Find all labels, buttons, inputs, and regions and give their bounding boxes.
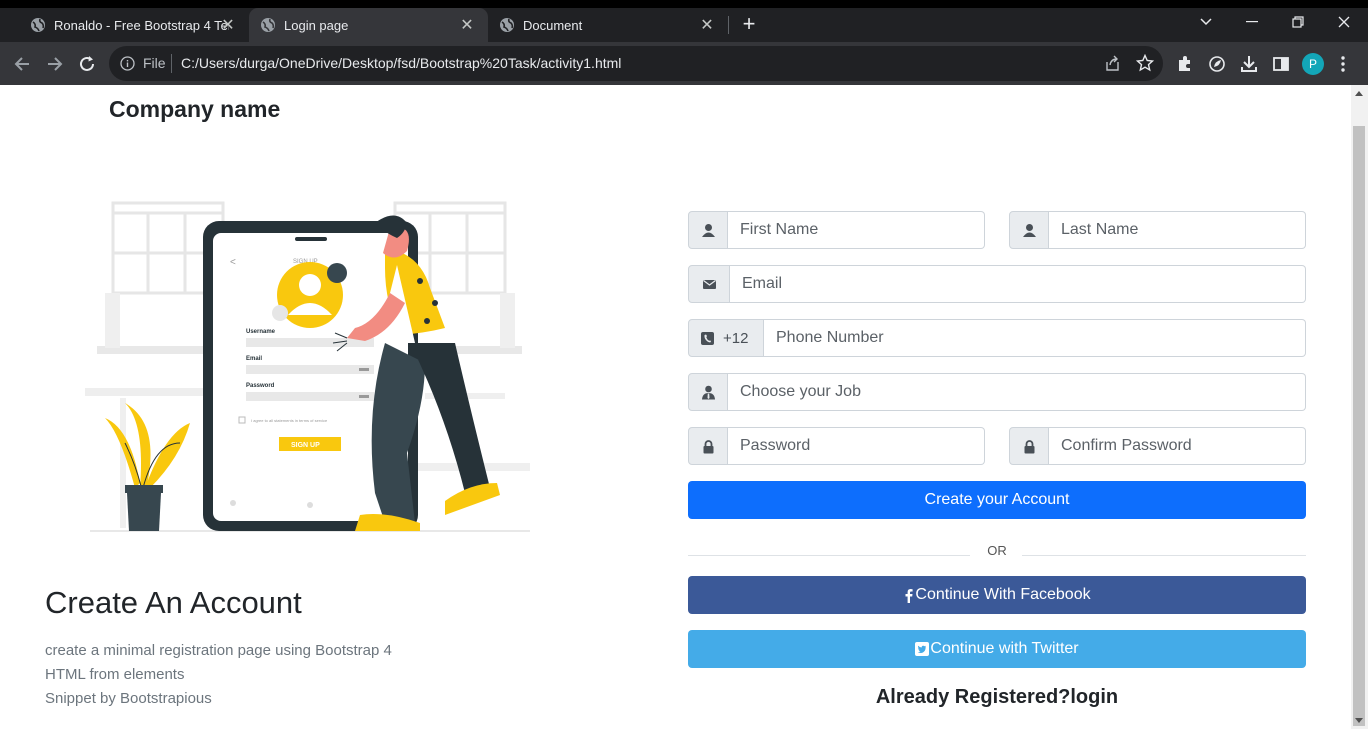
email-group [688,265,1306,303]
illustration-button-label: SIGN UP [291,442,320,449]
restore-button[interactable] [1288,12,1308,32]
side-panel-icon[interactable] [1271,54,1291,74]
illustration-terms: I agree to all statements in terms of se… [251,418,328,423]
tab-close-icon[interactable]: ✕ [219,16,237,34]
tab-document[interactable]: Document ✕ [488,8,728,42]
tab-close-icon[interactable]: ✕ [458,16,476,34]
scrollbar-thumb[interactable] [1353,126,1365,726]
job-select[interactable] [728,373,1306,411]
window-top-edge [0,0,1368,8]
twitter-icon [915,642,930,656]
email-input[interactable] [730,265,1306,303]
tab-separator [728,16,729,34]
tab-search-icon[interactable] [1196,12,1216,32]
confirm-password-input[interactable] [1049,427,1306,465]
globe-icon [261,18,275,32]
illustration-email-label: Email [246,356,262,362]
scheme-label: File [143,55,166,71]
twitter-button[interactable]: Continue with Twitter [688,630,1306,668]
globe-icon [500,18,514,32]
extensions-puzzle-icon[interactable] [1175,54,1195,74]
description-line: create a minimal registration page using… [45,642,392,659]
kebab-menu-icon[interactable] [1340,54,1346,74]
info-icon[interactable] [120,56,135,71]
download-icon[interactable] [1239,54,1259,74]
envelope-icon [688,265,730,303]
illustration-password-label: Password [246,383,275,389]
already-registered-login-link[interactable]: Already Registered?login [688,686,1306,709]
tab-title: Ronaldo - Free Bootstrap 4 Temp [54,17,229,33]
svg-text:<: < [230,257,236,268]
tab-ronaldo[interactable]: Ronaldo - Free Bootstrap 4 Temp ✕ [8,8,249,42]
lock-icon [688,427,728,465]
user-icon [1009,211,1049,249]
phone-prefix: +12 [723,329,749,347]
password-input[interactable] [728,427,985,465]
tab-login-page[interactable]: Login page ✕ [249,8,488,42]
browser-toolbar: File C:/Users/durga/OneDrive/Desktop/fsd… [0,42,1368,85]
description-line: Snippet by Bootstrapious [45,690,212,707]
share-icon[interactable] [1104,55,1121,72]
last-name-input[interactable] [1049,211,1306,249]
page-viewport: Company name < SIGN UP Username Email Pa… [0,85,1351,729]
new-tab-button[interactable]: + [738,13,760,35]
first-name-input[interactable] [728,211,985,249]
page-scrollbar[interactable] [1351,85,1368,729]
tab-close-icon[interactable]: ✕ [698,16,716,34]
globe-icon [31,18,45,32]
divider-right [1022,555,1306,556]
job-user-icon [688,373,728,411]
facebook-label: Continue With Facebook [915,586,1091,603]
job-group [688,373,1306,411]
scroll-down-arrow-icon[interactable] [1355,718,1363,723]
create-account-label: Create your Account [924,491,1070,508]
facebook-button[interactable]: Continue With Facebook [688,576,1306,614]
bookmark-star-icon[interactable] [1136,54,1154,72]
company-name: Company name [109,96,281,122]
or-label: OR [987,543,1007,558]
forward-arrow-icon[interactable] [44,53,66,75]
extension-leaf-icon[interactable] [1207,54,1227,74]
phone-prefix-addon: +12 [688,319,764,357]
confirm-password-group [1009,427,1306,465]
back-arrow-icon[interactable] [11,53,33,75]
last-name-group [1009,211,1306,249]
illustration-username-label: Username [246,329,276,335]
profile-avatar[interactable]: P [1302,53,1324,75]
phone-input[interactable] [764,319,1306,357]
window-close-button[interactable] [1334,12,1354,32]
lock-icon [1009,427,1049,465]
tab-title: Login page [284,17,349,33]
address-bar[interactable]: File C:/Users/durga/OneDrive/Desktop/fsd… [109,46,1163,81]
minimize-button[interactable] [1242,12,1262,32]
address-separator [171,54,172,73]
phone-group: +12 [688,319,1306,357]
create-account-button[interactable]: Create your Account [688,481,1306,519]
signup-illustration: < SIGN UP Username Email Password I agre… [85,201,530,532]
divider-left [688,555,970,556]
description-line: HTML from elements [45,666,185,683]
scroll-up-arrow-icon[interactable] [1355,91,1363,96]
user-icon [688,211,728,249]
browser-tab-strip: Ronaldo - Free Bootstrap 4 Temp ✕ Login … [0,0,1368,42]
twitter-label: Continue with Twitter [930,640,1079,657]
password-group [688,427,985,465]
reload-icon[interactable] [76,53,98,75]
phone-icon [701,331,714,345]
page-heading: Create An Account [45,585,302,620]
first-name-group [688,211,985,249]
url-text[interactable]: C:/Users/durga/OneDrive/Desktop/fsd/Boot… [181,55,621,71]
tab-title: Document [523,17,583,33]
facebook-icon [905,588,913,603]
